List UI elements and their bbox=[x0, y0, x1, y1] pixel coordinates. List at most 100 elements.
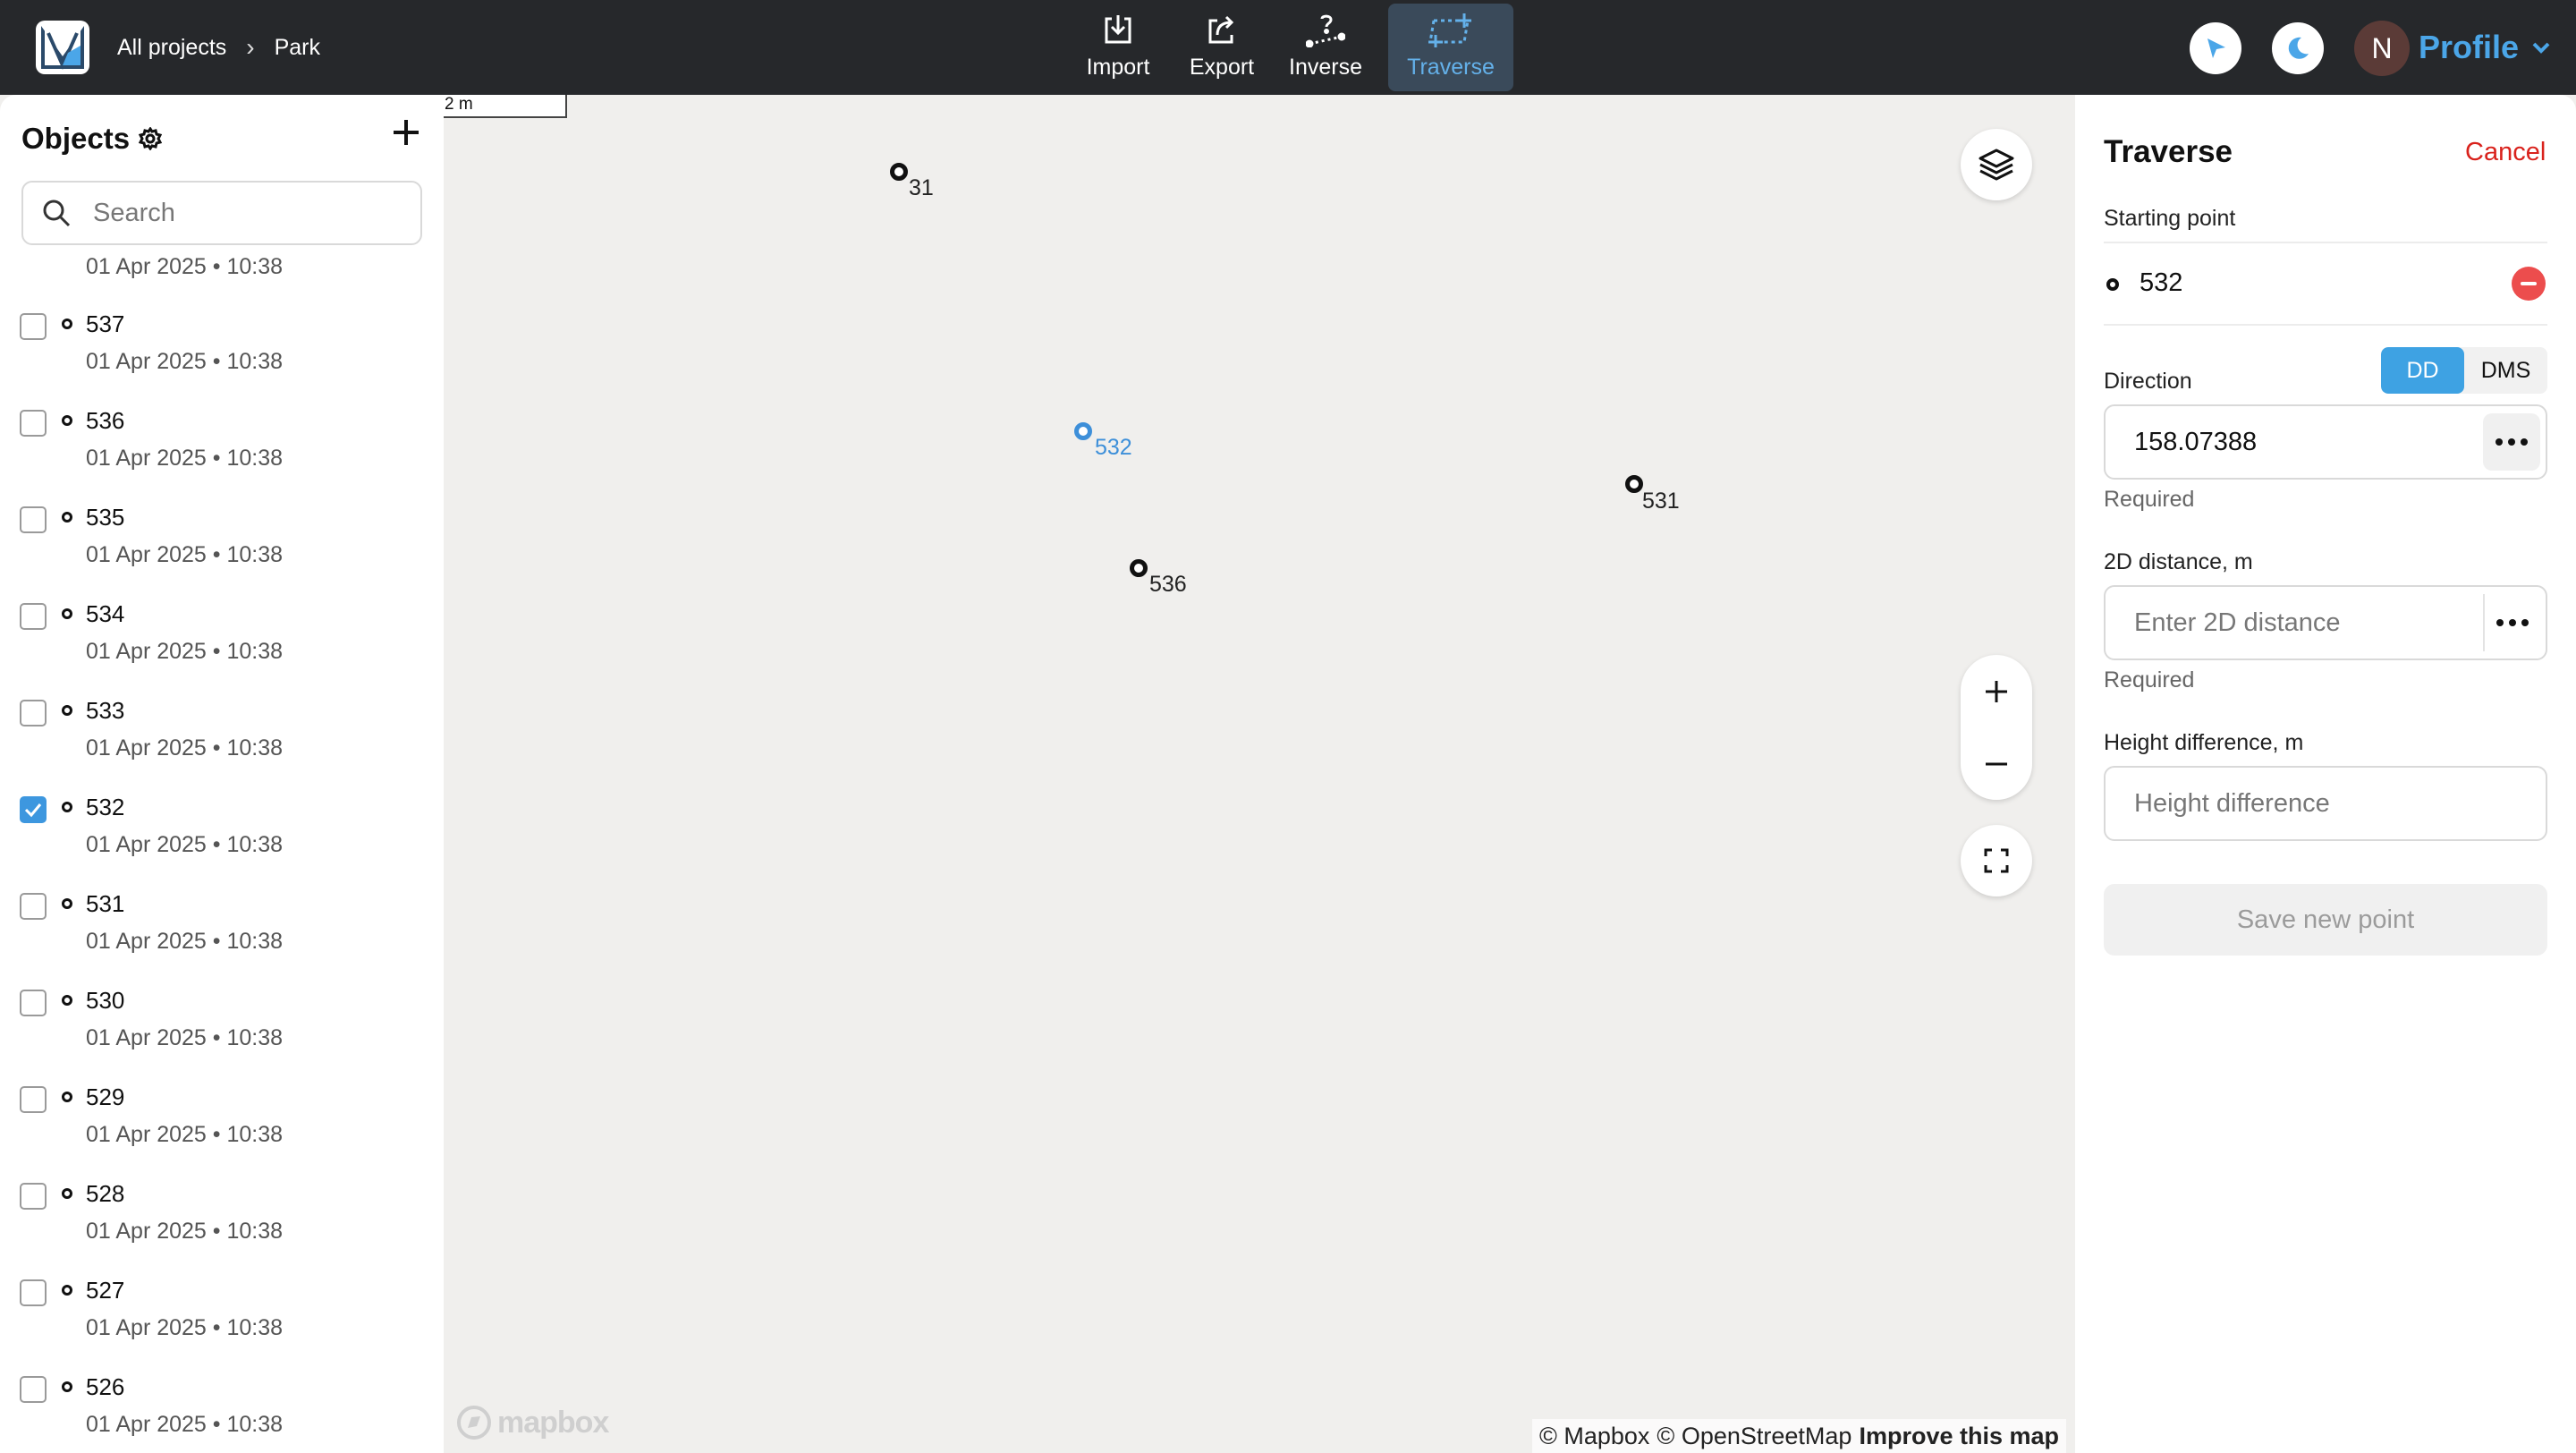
list-item[interactable]: 531 01 Apr 2025 • 10:38 bbox=[0, 880, 444, 977]
dot bbox=[2508, 438, 2515, 446]
height-field[interactable] bbox=[2104, 766, 2547, 841]
distance-field[interactable] bbox=[2104, 585, 2547, 660]
divider bbox=[2104, 242, 2547, 243]
list-item[interactable]: 526 01 Apr 2025 • 10:38 bbox=[0, 1364, 444, 1453]
list-item-checkbox[interactable] bbox=[20, 603, 47, 630]
remove-starting-point-button[interactable] bbox=[2512, 267, 2546, 301]
list-item[interactable]: 530 01 Apr 2025 • 10:38 bbox=[0, 977, 444, 1074]
list-item-checkbox[interactable] bbox=[20, 990, 47, 1016]
app-logo[interactable] bbox=[36, 21, 89, 74]
list-item-name: 531 bbox=[86, 890, 125, 917]
avatar[interactable]: N bbox=[2354, 21, 2410, 76]
point-icon bbox=[62, 415, 72, 426]
list-item[interactable]: 536 01 Apr 2025 • 10:38 bbox=[0, 397, 444, 494]
distance-label: 2D distance, m bbox=[2104, 549, 2253, 574]
theme-toggle[interactable] bbox=[2272, 22, 2324, 74]
list-item-checkbox[interactable] bbox=[20, 410, 47, 437]
search-icon bbox=[43, 200, 71, 227]
plus-icon bbox=[394, 120, 419, 145]
profile-menu[interactable]: Profile bbox=[2419, 0, 2551, 95]
distance-more-button[interactable] bbox=[2483, 594, 2540, 651]
list-item-date: 01 Apr 2025 • 10:38 bbox=[86, 1122, 284, 1147]
distance-input[interactable] bbox=[2134, 608, 2456, 638]
list-item-checkbox[interactable] bbox=[20, 893, 47, 920]
list-item-checkbox[interactable] bbox=[20, 1376, 47, 1403]
map-point-marker[interactable] bbox=[1625, 475, 1643, 493]
zoom-controls bbox=[1961, 655, 2032, 800]
point-icon bbox=[62, 1188, 72, 1199]
list-item-date: 01 Apr 2025 • 10:38 bbox=[86, 832, 284, 857]
layers-button[interactable] bbox=[1961, 129, 2032, 200]
list-item[interactable]: 534 01 Apr 2025 • 10:38 bbox=[0, 591, 444, 687]
height-label: Height difference, m bbox=[2104, 730, 2304, 755]
improve-map-link[interactable]: Improve this map bbox=[1859, 1423, 2059, 1450]
point-icon bbox=[62, 705, 72, 716]
list-item-name: 532 bbox=[86, 794, 125, 820]
divider bbox=[2104, 324, 2547, 326]
tool-export[interactable]: Export bbox=[1170, 4, 1274, 91]
dot bbox=[2496, 438, 2503, 446]
fullscreen-button[interactable] bbox=[1961, 825, 2032, 896]
list-item[interactable]: 527 01 Apr 2025 • 10:38 bbox=[0, 1267, 444, 1364]
cancel-button[interactable]: Cancel bbox=[2465, 138, 2546, 167]
gear-icon[interactable] bbox=[139, 127, 163, 150]
point-icon bbox=[62, 1092, 72, 1102]
map-scale: 2 m bbox=[444, 95, 567, 118]
tool-traverse[interactable]: Traverse bbox=[1388, 4, 1513, 91]
list-item[interactable]: 533 01 Apr 2025 • 10:38 bbox=[0, 687, 444, 784]
point-icon bbox=[62, 1381, 72, 1392]
list-item-checkbox[interactable] bbox=[20, 700, 47, 726]
format-dd-option[interactable]: DD bbox=[2381, 347, 2464, 394]
list-item[interactable]: 528 01 Apr 2025 • 10:38 bbox=[0, 1170, 444, 1267]
map-point-marker[interactable] bbox=[1130, 559, 1148, 577]
check-icon bbox=[24, 803, 42, 818]
tool-inverse[interactable]: Inverse bbox=[1274, 4, 1377, 91]
minus-icon bbox=[2521, 282, 2537, 285]
list-item-name: 536 bbox=[86, 407, 125, 434]
attribution-osm[interactable]: © OpenStreetMap bbox=[1657, 1423, 1852, 1450]
list-item-checkbox[interactable] bbox=[20, 1086, 47, 1113]
traverse-panel: Traverse Cancel Starting point 532 Direc… bbox=[2075, 95, 2576, 1453]
map-attribution: © Mapbox © OpenStreetMap Improve this ma… bbox=[1531, 1419, 2066, 1453]
list-item-checkbox[interactable] bbox=[20, 1279, 47, 1306]
add-object-button[interactable] bbox=[388, 115, 424, 150]
list-item[interactable]: 537 01 Apr 2025 • 10:38 bbox=[0, 301, 444, 397]
distance-required-hint: Required bbox=[2104, 667, 2195, 693]
map-point-marker-selected[interactable] bbox=[1074, 422, 1092, 440]
list-item-checkbox[interactable] bbox=[20, 796, 47, 823]
search-field[interactable] bbox=[21, 181, 422, 245]
list-item-checkbox[interactable] bbox=[20, 313, 47, 340]
point-icon bbox=[62, 995, 72, 1006]
list-item[interactable]: 532 01 Apr 2025 • 10:38 bbox=[0, 784, 444, 880]
tool-import[interactable]: Import bbox=[1066, 4, 1170, 91]
map-point-marker[interactable] bbox=[890, 163, 908, 181]
map-canvas[interactable]: 2 m 31 532 531 536 mapbox © Mapbox © Ope… bbox=[444, 95, 2075, 1453]
tool-import-label: Import bbox=[1086, 55, 1150, 80]
map-point-label: 531 bbox=[1642, 489, 1680, 514]
location-button[interactable] bbox=[2190, 22, 2241, 74]
height-input[interactable] bbox=[2134, 788, 2456, 819]
list-item-date: 01 Apr 2025 • 10:38 bbox=[86, 639, 284, 664]
list-item-checkbox[interactable] bbox=[20, 1183, 47, 1210]
list-item[interactable]: 529 01 Apr 2025 • 10:38 bbox=[0, 1074, 444, 1170]
zoom-in-icon[interactable] bbox=[1983, 678, 2010, 705]
map-point-label: 532 bbox=[1095, 435, 1132, 460]
breadcrumb-project[interactable]: Park bbox=[275, 35, 320, 61]
list-item-checkbox[interactable] bbox=[20, 506, 47, 533]
search-input[interactable] bbox=[93, 198, 397, 228]
format-dms-option[interactable]: DMS bbox=[2464, 347, 2547, 394]
breadcrumb-all-projects[interactable]: All projects bbox=[117, 35, 226, 61]
list-item[interactable]: 535 01 Apr 2025 • 10:38 bbox=[0, 494, 444, 591]
point-icon bbox=[62, 319, 72, 329]
direction-field[interactable] bbox=[2104, 404, 2547, 480]
direction-more-button[interactable] bbox=[2483, 413, 2540, 471]
list-item-name: 526 bbox=[86, 1373, 125, 1400]
point-icon bbox=[62, 512, 72, 523]
direction-input[interactable] bbox=[2134, 427, 2456, 457]
save-new-point-button[interactable]: Save new point bbox=[2104, 884, 2547, 956]
list-item-name: 533 bbox=[86, 697, 125, 724]
list-item-date: 01 Apr 2025 • 10:38 bbox=[86, 1219, 284, 1244]
attribution-mapbox[interactable]: © Mapbox bbox=[1539, 1423, 1649, 1450]
mapbox-logo[interactable]: mapbox bbox=[456, 1405, 609, 1440]
zoom-out-icon[interactable] bbox=[1983, 751, 2010, 777]
